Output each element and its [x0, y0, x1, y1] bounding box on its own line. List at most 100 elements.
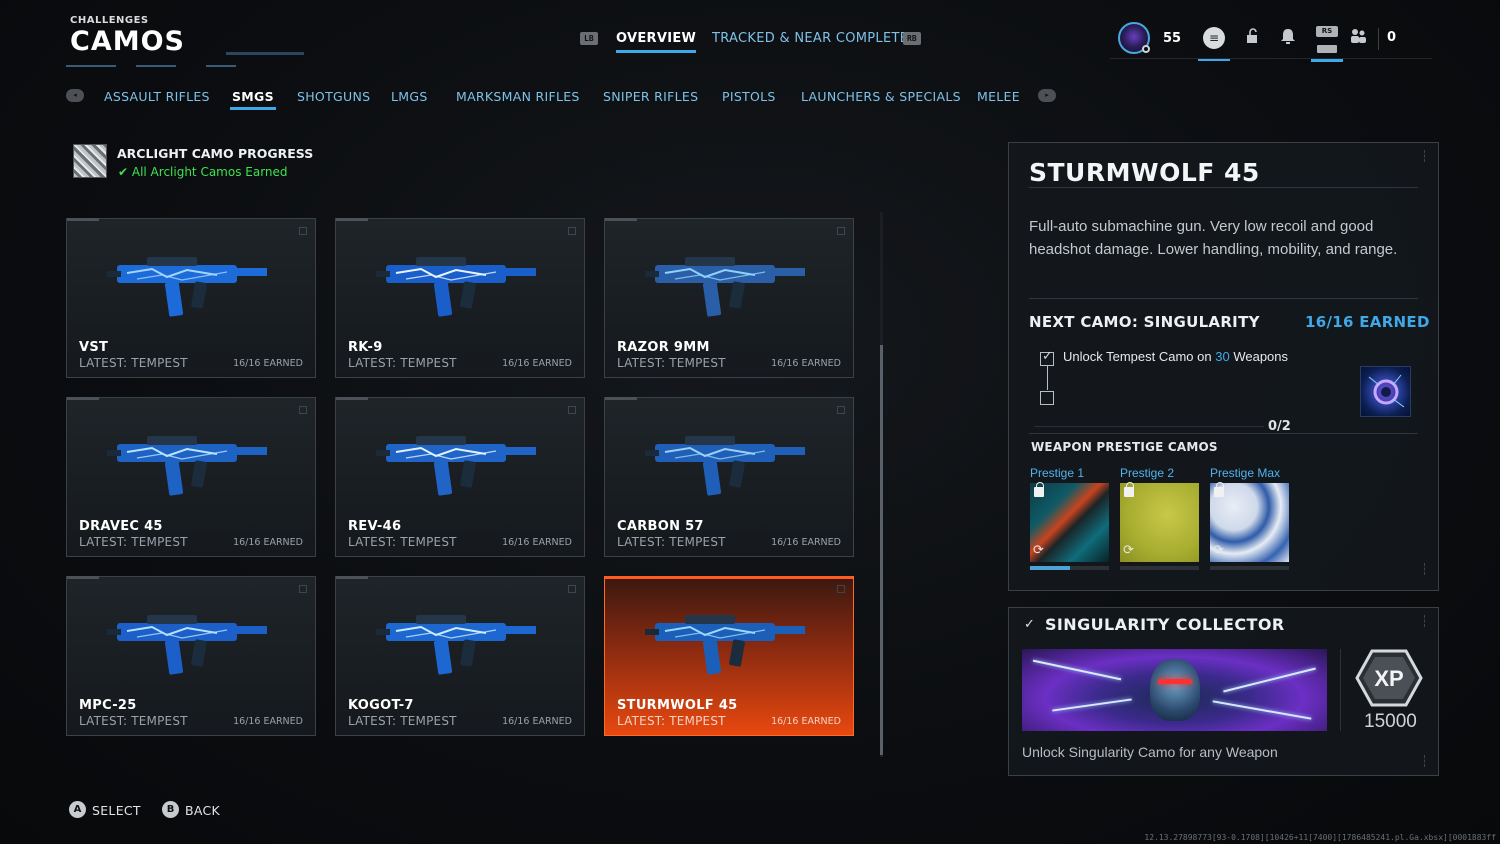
tab-tracked-near-complete[interactable]: TRACKED & NEAR COMPLETE — [712, 31, 908, 46]
task-prefix: Unlock Tempest Camo on — [1063, 349, 1212, 364]
weapon-card[interactable]: RAZOR 9MM LATEST: TEMPEST 16/16 EARNED — [604, 218, 854, 378]
task-number: 30 — [1215, 349, 1230, 364]
prestige-1-label: Prestige 1 — [1030, 466, 1085, 480]
tab-lmgs[interactable]: LMGS — [391, 89, 428, 104]
prestige-max-camo[interactable]: ⟳ — [1210, 482, 1289, 562]
xp-badge-icon: XP — [1355, 649, 1423, 707]
left-stick-icon: ◂ — [66, 89, 84, 102]
weapon-card[interactable]: KOGOT-7 LATEST: TEMPEST 16/16 EARNED — [335, 576, 585, 736]
latest-camo: LATEST: TEMPEST — [348, 714, 457, 728]
weapon-name: CARBON 57 — [617, 519, 704, 534]
grid-scrollbar-thumb[interactable] — [880, 345, 883, 755]
build-string: 12.13.27898773[93-0.1708][10426+11[7400]… — [1144, 833, 1496, 842]
camos-earned: 16/16 EARNED — [233, 716, 303, 727]
weapon-image — [107, 615, 267, 675]
weapon-card[interactable]: STURMWOLF 45 LATEST: TEMPEST 16/16 EARNED — [604, 576, 854, 736]
back-label[interactable]: BACK — [185, 803, 220, 818]
share-icon: ⟳ — [1033, 543, 1044, 558]
weapon-name: KOGOT-7 — [348, 698, 414, 713]
task-suffix: Weapons — [1233, 349, 1289, 364]
detail-divider — [1029, 298, 1418, 299]
tab-sniper-rifles[interactable]: SNIPER RIFLES — [603, 89, 698, 104]
tab-overview[interactable]: OVERVIEW — [616, 31, 697, 53]
card-corner-mark — [837, 406, 845, 414]
weapon-image — [645, 436, 805, 496]
latest-camo: LATEST: TEMPEST — [79, 714, 188, 728]
weapon-image — [376, 615, 536, 675]
card-corner-mark — [299, 406, 307, 414]
weapon-image — [376, 436, 536, 496]
notification-count: 0 — [1387, 30, 1397, 45]
latest-camo: LATEST: TEMPEST — [617, 714, 726, 728]
b-button-icon[interactable]: B — [162, 801, 179, 818]
tab-marksman-rifles[interactable]: MARKSMAN RIFLES — [456, 89, 580, 104]
tab-melee[interactable]: MELEE — [977, 89, 1020, 104]
weapon-card[interactable]: REV-46 LATEST: TEMPEST 16/16 EARNED — [335, 397, 585, 557]
prestige-2-progress — [1120, 566, 1199, 570]
camos-earned: 16/16 EARNED — [771, 358, 841, 369]
weapon-name: DRAVEC 45 — [79, 519, 163, 534]
xp-amount: 15000 — [1364, 711, 1417, 732]
collector-description: Unlock Singularity Camo for any Weapon — [1022, 744, 1278, 760]
inbox-icon[interactable] — [1311, 38, 1343, 62]
detail-divider — [1029, 187, 1418, 188]
card-corner-mark — [837, 227, 845, 235]
collector-title: SINGULARITY COLLECTOR — [1045, 615, 1285, 634]
weapon-card[interactable]: VST LATEST: TEMPEST 16/16 EARNED — [66, 218, 316, 378]
task-checkbox-checked — [1040, 349, 1054, 366]
panel-corner-mark — [1424, 563, 1429, 575]
prestige-1-progress — [1030, 566, 1109, 570]
tab-assault-rifles[interactable]: ASSAULT RIFLES — [104, 89, 210, 104]
weapon-name: RK-9 — [348, 340, 383, 355]
weapon-image — [107, 436, 267, 496]
collector-banner-image — [1022, 649, 1327, 731]
weapon-card[interactable]: DRAVEC 45 LATEST: TEMPEST 16/16 EARNED — [66, 397, 316, 557]
prestige-max-progress — [1210, 566, 1289, 570]
party-icon[interactable] — [1346, 27, 1370, 49]
prestige-heading: WEAPON PRESTIGE CAMOS — [1031, 440, 1218, 454]
header-divider — [1378, 28, 1379, 50]
bell-icon[interactable] — [1276, 27, 1300, 49]
tab-pistols[interactable]: PISTOLS — [722, 89, 776, 104]
weapon-image — [376, 257, 536, 317]
camos-earned: 16/16 EARNED — [771, 716, 841, 727]
a-button-icon[interactable]: A — [69, 801, 86, 818]
prestige-1-camo[interactable]: ⟳ — [1030, 482, 1109, 562]
weapon-card[interactable]: CARBON 57 LATEST: TEMPEST 16/16 EARNED — [604, 397, 854, 557]
share-icon: ⟳ — [1123, 543, 1134, 558]
task-progress: 0/2 — [1268, 419, 1291, 434]
tab-smgs[interactable]: SMGS — [230, 89, 276, 110]
weapon-name: RAZOR 9MM — [617, 340, 710, 355]
task-connector-line — [1047, 366, 1048, 390]
camos-earned: 16/16 EARNED — [233, 537, 303, 548]
tab-shotguns[interactable]: SHOTGUNS — [297, 89, 370, 104]
panel-corner-mark — [1424, 150, 1429, 162]
weapon-name: STURMWOLF 45 — [617, 698, 738, 713]
svg-text:XP: XP — [1374, 666, 1403, 691]
latest-camo: LATEST: TEMPEST — [79, 535, 188, 549]
right-stick-icon: ▸ — [1038, 89, 1056, 102]
weapon-description: Full-auto submachine gun. Very low recoi… — [1029, 218, 1398, 258]
detail-weapon-name: STURMWOLF 45 — [1029, 158, 1260, 187]
collector-divider — [1340, 649, 1341, 731]
rs-hint-icon: RS — [1316, 26, 1338, 37]
next-camo-earned: 16/16 EARNED — [1305, 313, 1430, 331]
camos-earned: 16/16 EARNED — [502, 716, 572, 727]
task-checkbox-empty — [1040, 391, 1054, 405]
task-progress-track — [1034, 426, 1264, 427]
select-label[interactable]: SELECT — [92, 803, 141, 818]
latest-camo: LATEST: TEMPEST — [348, 356, 457, 370]
section-label: CHALLENGES — [70, 15, 149, 26]
weapon-card[interactable]: MPC-25 LATEST: TEMPEST 16/16 EARNED — [66, 576, 316, 736]
card-corner-mark — [299, 227, 307, 235]
card-corner-mark — [299, 585, 307, 593]
arclight-title: ARCLIGHT CAMO PROGRESS — [117, 146, 314, 161]
prestige-2-camo[interactable]: ⟳ — [1120, 482, 1199, 562]
camos-earned: 16/16 EARNED — [502, 358, 572, 369]
tab-launchers-specials[interactable]: LAUNCHERS & SPECIALS — [801, 89, 961, 104]
weapon-card[interactable]: RK-9 LATEST: TEMPEST 16/16 EARNED — [335, 218, 585, 378]
unlock-icon[interactable] — [1241, 27, 1265, 49]
lock-icon — [1124, 482, 1134, 497]
menu-tab-indicator — [1198, 27, 1230, 61]
weapon-image — [107, 257, 267, 317]
